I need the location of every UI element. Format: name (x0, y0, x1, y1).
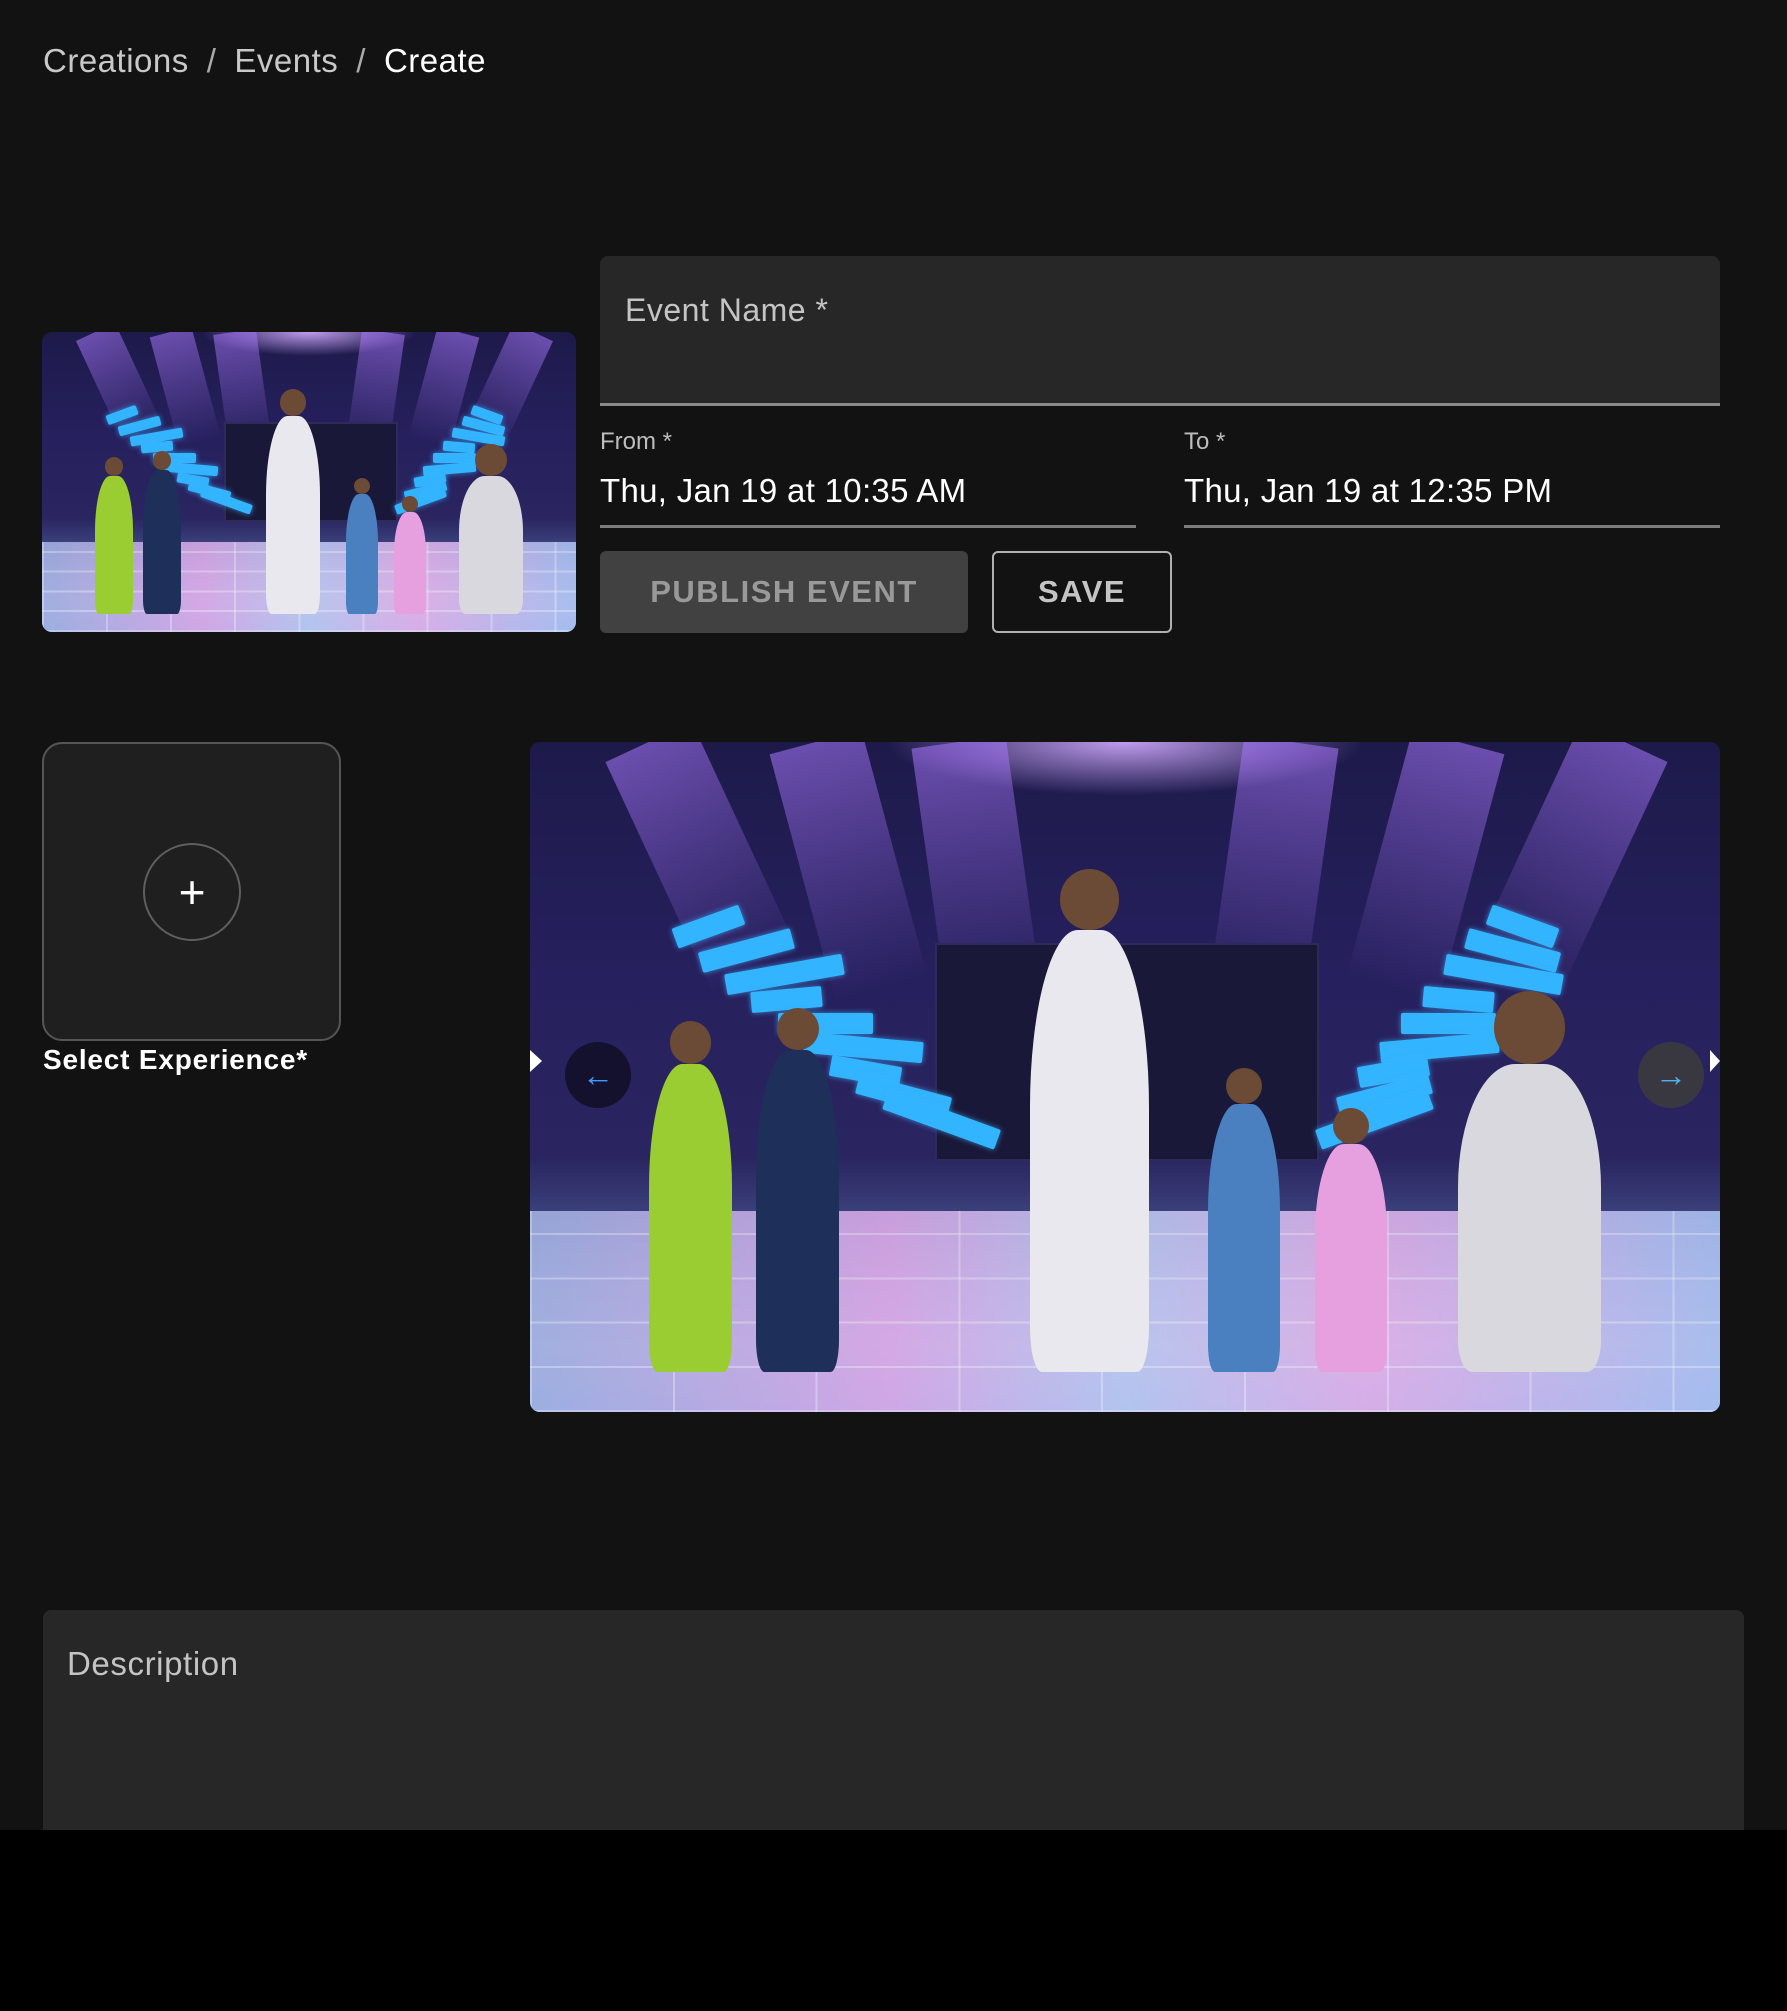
breadcrumb-create: Create (383, 42, 487, 79)
avatar-figure (1029, 929, 1149, 1372)
avatar-figure (95, 476, 133, 614)
save-button[interactable]: SAVE (992, 551, 1172, 633)
description-label: Description (67, 1645, 239, 1682)
previous-image-button[interactable]: ← (565, 1042, 631, 1108)
avatar-head (279, 389, 307, 416)
avatar-head (402, 495, 419, 512)
stage-scene-illustration (42, 332, 576, 632)
event-name-input[interactable]: Event Name * (600, 256, 1720, 406)
from-label: From * (600, 428, 672, 455)
breadcrumb-separator: / (356, 42, 366, 79)
breadcrumb-separator: / (206, 42, 217, 79)
avatar-figure (1208, 1103, 1280, 1372)
avatar-figure (143, 470, 181, 614)
led-panel (1421, 985, 1495, 1014)
breadcrumb: Creations / Events / Create (43, 42, 486, 80)
avatar-head (104, 457, 124, 476)
plus-icon: + (143, 843, 241, 941)
event-thumbnail[interactable] (42, 332, 576, 632)
publish-event-button[interactable]: PUBLISH EVENT (600, 551, 968, 633)
from-value: Thu, Jan 19 at 10:35 AM (600, 472, 967, 509)
led-panel (802, 1031, 924, 1064)
avatar-head (1059, 869, 1120, 930)
to-label: To * (1184, 428, 1226, 455)
led-panel (1378, 1031, 1500, 1064)
play-triangle-icon (530, 1050, 542, 1072)
event-name-label: Event Name * (625, 292, 829, 328)
select-experience-label: Select Experience* (43, 1044, 308, 1075)
breadcrumb-events[interactable]: Events (234, 42, 338, 80)
avatar-head (1226, 1067, 1262, 1104)
avatar-head (474, 443, 507, 476)
play-triangle-icon (1710, 1050, 1720, 1072)
avatar-head (1333, 1107, 1369, 1144)
led-panel (750, 985, 824, 1014)
to-value: Thu, Jan 19 at 12:35 PM (1184, 472, 1553, 509)
from-datetime-field[interactable]: From * Thu, Jan 19 at 10:35 AM (600, 428, 1136, 528)
hero-image: ← → (530, 742, 1720, 1412)
avatar-figure (1458, 1063, 1601, 1372)
avatar-figure (649, 1063, 733, 1372)
led-panel (442, 441, 475, 454)
avatar-head (1493, 991, 1566, 1064)
avatar-figure (458, 476, 523, 614)
stage-scene-illustration (530, 742, 1720, 1412)
avatar-head (776, 1008, 819, 1051)
to-datetime-field[interactable]: To * Thu, Jan 19 at 12:35 PM (1184, 428, 1720, 528)
description-input[interactable]: Description (43, 1610, 1744, 1830)
led-panel (1401, 1012, 1497, 1035)
avatar-figure (266, 416, 320, 614)
arrow-right-icon: → (1655, 1056, 1687, 1093)
avatar-head (669, 1021, 712, 1064)
avatar-figure (394, 512, 427, 614)
create-event-page: Creations / Events / Create Event Name *… (0, 0, 1787, 1830)
breadcrumb-creations[interactable]: Creations (43, 42, 189, 80)
avatar-figure (346, 494, 379, 614)
avatar-figure (1315, 1144, 1387, 1372)
avatar-figure (756, 1050, 840, 1372)
arrow-left-icon: ← (582, 1056, 614, 1093)
select-experience-button[interactable]: + (42, 742, 341, 1041)
next-image-button[interactable]: → (1638, 1042, 1704, 1108)
